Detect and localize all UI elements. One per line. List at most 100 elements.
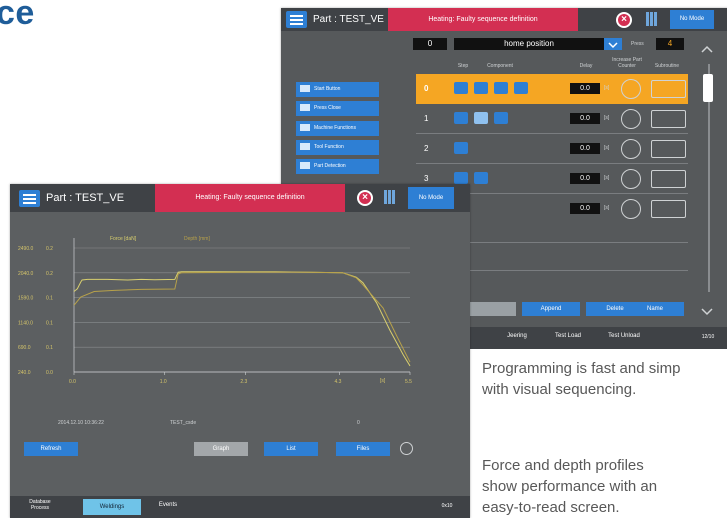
palette-start-button[interactable]: Start Button (296, 82, 379, 97)
page-counter: 12/10 (701, 334, 715, 340)
delay-field[interactable]: 0.0 (570, 143, 600, 154)
delay-field[interactable]: 0.0 (570, 83, 600, 94)
palette-part-detection[interactable]: Part Detection (296, 159, 379, 174)
sequence-titlebar: Part : TEST_VE Heating: Faulty sequence … (281, 8, 727, 31)
series-line (73, 271, 411, 367)
press-value: 4 (656, 38, 684, 50)
delay-field[interactable]: 0.0 (570, 113, 600, 124)
list-button[interactable]: List (264, 442, 318, 456)
x-tick-label: 4.3 (334, 379, 341, 385)
y-tick-label: 690.0 (18, 345, 31, 351)
mode-button[interactable]: No Mode (670, 10, 714, 29)
part-counter-toggle[interactable] (621, 169, 641, 189)
subroutine-field[interactable] (651, 140, 686, 158)
close-icon[interactable]: × (616, 12, 632, 28)
play-icon (300, 85, 310, 93)
series-line (73, 271, 411, 363)
part-counter-toggle[interactable] (621, 109, 641, 129)
status-indicator-icon (400, 442, 413, 455)
chart-panel: 2490.0 0.2 2040.0 0.2 1590.0 0.1 1140.0 0.1 690.… (10, 212, 470, 472)
y-tick-label: 240.0 (18, 370, 31, 376)
part-counter-toggle[interactable] (621, 139, 641, 159)
x-tick-label: 0.0 (69, 379, 76, 385)
part-counter-toggle[interactable] (621, 199, 641, 219)
component-icon (494, 112, 508, 124)
status-bars-icon (646, 12, 658, 31)
subroutine-field[interactable] (651, 170, 686, 188)
part-title: Part : TEST_VE (313, 14, 384, 25)
subroutine-field[interactable] (651, 200, 686, 218)
step-row[interactable]: 2 0.0 [s] (416, 134, 688, 164)
graph-titlebar: Part : TEST_VE Heating: Faulty sequence … (10, 184, 470, 212)
menu-icon[interactable] (19, 190, 40, 207)
sequence-name[interactable]: home position (454, 38, 604, 50)
caption-programming: Programming is fast and simp with visual… (482, 360, 681, 398)
row-divider (416, 133, 688, 134)
y2-tick-label: 0.1 (46, 296, 53, 302)
graph-tabbar: Database Process Weldings Events 0x10 (10, 496, 470, 518)
y-tick-label: 1140.0 (18, 320, 33, 326)
files-button[interactable]: Files (336, 442, 390, 456)
refresh-button[interactable]: Refresh (24, 442, 78, 456)
part-detection-icon (474, 172, 488, 184)
page-heading: ce (0, 0, 35, 32)
scroll-down-icon[interactable] (700, 304, 714, 322)
palette-tool-function[interactable]: Tool Function (296, 140, 379, 155)
palette-press-close[interactable]: Press Close (296, 101, 379, 116)
tool-icon (300, 143, 310, 151)
scrollbar-thumb[interactable] (703, 74, 713, 102)
column-part-counter: Increase Part Counter (612, 57, 642, 69)
y-tick-label: 1590.0 (18, 296, 34, 302)
graph-button[interactable]: Graph (194, 442, 248, 456)
scroll-up-icon[interactable] (700, 41, 714, 59)
caption-profiles: Force and depth profiles show performanc… (482, 457, 658, 516)
subroutine-field[interactable] (651, 80, 686, 98)
record-date: 2014.12.10 10:36:22 (58, 420, 104, 426)
play-icon (454, 112, 468, 124)
tool-icon (454, 172, 468, 184)
column-subroutine: Subroutine (654, 63, 680, 69)
error-banner: Heating: Faulty sequence definition (388, 8, 578, 31)
mode-button[interactable]: No Mode (408, 187, 454, 209)
tab-events[interactable]: Events (148, 502, 188, 508)
delay-field[interactable]: 0.0 (570, 203, 600, 214)
y2-tick-label: 0.0 (46, 370, 53, 376)
menu-icon[interactable] (286, 11, 307, 28)
tab-jeering[interactable]: Jeering (497, 333, 537, 339)
y2-tick-label: 0.1 (46, 320, 53, 326)
close-icon[interactable]: × (357, 190, 373, 206)
delay-field[interactable]: 0.0 (570, 173, 600, 184)
component-icon (514, 82, 528, 94)
tab-weldings[interactable]: Weldings (83, 499, 141, 515)
machine-icon (300, 124, 310, 132)
row-divider (416, 163, 688, 164)
error-banner: Heating: Faulty sequence definition (155, 184, 345, 212)
part-detection-icon (300, 162, 310, 170)
sequence-dropdown-button[interactable] (604, 38, 622, 50)
component-icon (494, 82, 508, 94)
component-icon (474, 82, 488, 94)
column-step: Step (457, 63, 469, 69)
legend-label: Depth [mm] (184, 236, 210, 242)
press-icon (300, 104, 310, 112)
tab-database-process[interactable]: Database Process (20, 499, 60, 511)
legend-label: Force [daN] (110, 236, 137, 242)
sequence-number[interactable]: 0 (413, 38, 447, 50)
x-tick-label: 2.3 (240, 379, 247, 385)
tab-test-load[interactable]: Test Load (543, 333, 593, 339)
status-text: 0x10 (441, 503, 453, 509)
column-component: Component (487, 63, 513, 69)
append-button[interactable]: Append (522, 302, 580, 316)
part-title: Part : TEST_VE (46, 192, 125, 204)
subroutine-field[interactable] (651, 110, 686, 128)
x-tick-label: 1.0 (160, 379, 167, 385)
press-icon (474, 112, 488, 124)
record-name: TEST_csde (170, 420, 197, 426)
name-button[interactable]: Name (626, 302, 684, 316)
tab-test-unload[interactable]: Test Unload (599, 333, 649, 339)
part-counter-toggle[interactable] (621, 79, 641, 99)
step-row[interactable]: 1 0.0 [s] (416, 104, 688, 134)
palette-machine-functions[interactable]: Machine Functions (296, 121, 379, 136)
step-row[interactable]: 0 0.0 [s] (416, 74, 688, 104)
status-bars-icon (384, 190, 396, 209)
